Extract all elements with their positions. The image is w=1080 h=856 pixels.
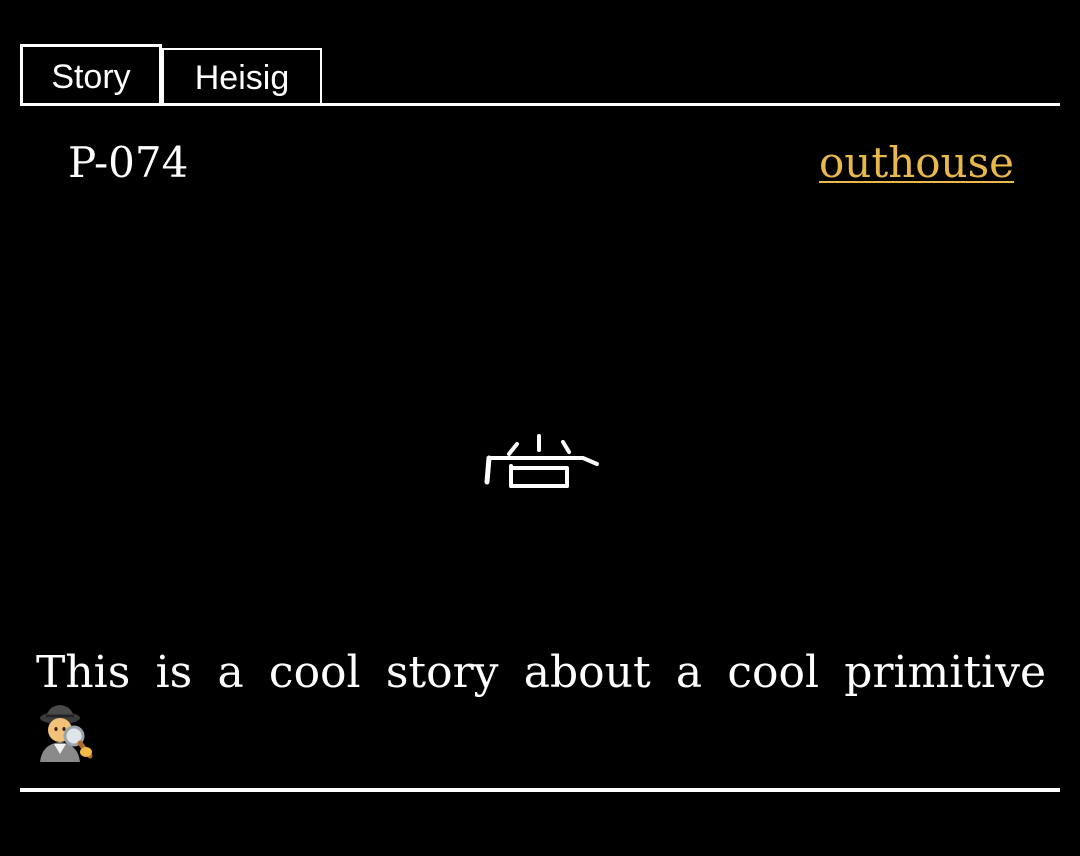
tab-bar: Story Heisig — [20, 44, 322, 106]
top-divider — [20, 103, 1060, 106]
tab-story[interactable]: Story — [20, 44, 162, 106]
bottom-divider — [20, 788, 1060, 792]
tab-heisig[interactable]: Heisig — [162, 48, 322, 106]
card-id: P-074 — [68, 138, 189, 187]
detective-icon — [40, 705, 93, 762]
story-text: This is a cool story about a cool primit… — [36, 647, 1046, 698]
keyword-link[interactable]: outhouse — [819, 138, 1014, 188]
primitive-glyph — [484, 434, 599, 488]
